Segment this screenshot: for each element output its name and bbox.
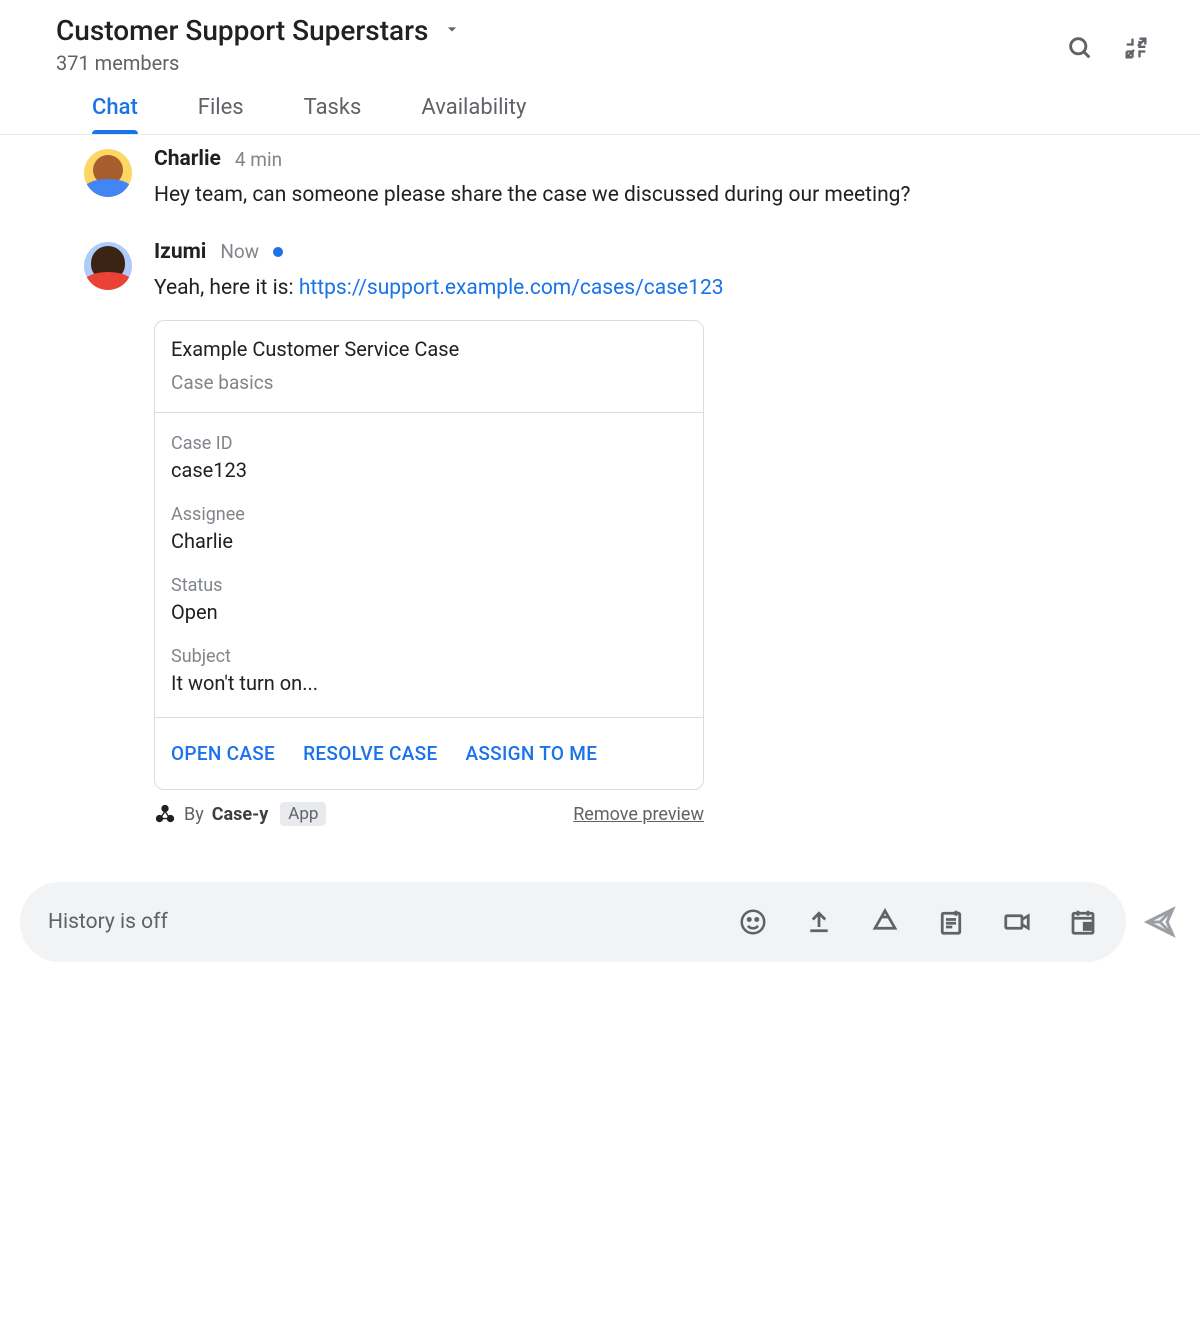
remove-preview-link[interactable]: Remove preview [573,804,704,825]
tab-chat[interactable]: Chat [92,95,138,134]
card-title: Example Customer Service Case [171,337,687,361]
tab-tasks[interactable]: Tasks [304,95,362,134]
card-subtitle: Case basics [171,371,687,394]
field-value: It won't turn on... [171,671,687,695]
field-label: Subject [171,646,687,667]
webhook-icon [154,803,176,825]
field-value: Open [171,600,687,624]
space-title[interactable]: Customer Support Superstars [56,14,428,47]
avatar[interactable] [84,149,132,197]
avatar[interactable] [84,242,132,290]
message-composer[interactable]: History is off [20,882,1126,962]
link-preview-card: Example Customer Service Case Case basic… [154,320,704,790]
tabs: Chat Files Tasks Availability [0,75,1200,135]
attribution-by: By [184,804,204,825]
drive-icon[interactable] [870,907,900,937]
docs-icon[interactable] [936,907,966,937]
resolve-case-button[interactable]: RESOLVE CASE [303,742,437,765]
upload-icon[interactable] [804,907,834,937]
emoji-icon[interactable] [738,907,768,937]
send-button[interactable] [1140,902,1180,942]
message-timestamp: Now [220,240,259,263]
assign-to-me-button[interactable]: ASSIGN TO ME [465,742,597,765]
attribution-app-name: Case-y [212,804,269,825]
message: Charlie 4 min Hey team, can someone plea… [84,147,1144,212]
new-indicator-icon [273,247,283,257]
message-link[interactable]: https://support.example.com/cases/case12… [299,276,724,300]
app-badge: App [280,802,326,826]
chevron-down-icon[interactable] [442,19,462,43]
search-icon[interactable] [1066,34,1094,62]
message-text-part: Yeah, here it is: [154,276,299,300]
calendar-icon[interactable] [1068,907,1098,937]
composer-placeholder: History is off [48,910,738,934]
collapse-icon[interactable] [1122,34,1150,62]
field-value: case123 [171,458,687,482]
open-case-button[interactable]: OPEN CASE [171,742,275,765]
tab-files[interactable]: Files [198,95,244,134]
tab-availability[interactable]: Availability [421,95,526,134]
field-value: Charlie [171,529,687,553]
member-count: 371 members [56,51,1066,75]
field-label: Assignee [171,504,687,525]
field-label: Case ID [171,433,687,454]
message-text: Yeah, here it is: https://support.exampl… [154,272,1144,305]
message: Izumi Now Yeah, here it is: https://supp… [84,240,1144,827]
video-icon[interactable] [1002,907,1032,937]
message-text: Hey team, can someone please share the c… [154,179,1144,212]
sender-name: Izumi [154,240,206,264]
message-timestamp: 4 min [235,148,282,171]
field-label: Status [171,575,687,596]
sender-name: Charlie [154,147,221,171]
